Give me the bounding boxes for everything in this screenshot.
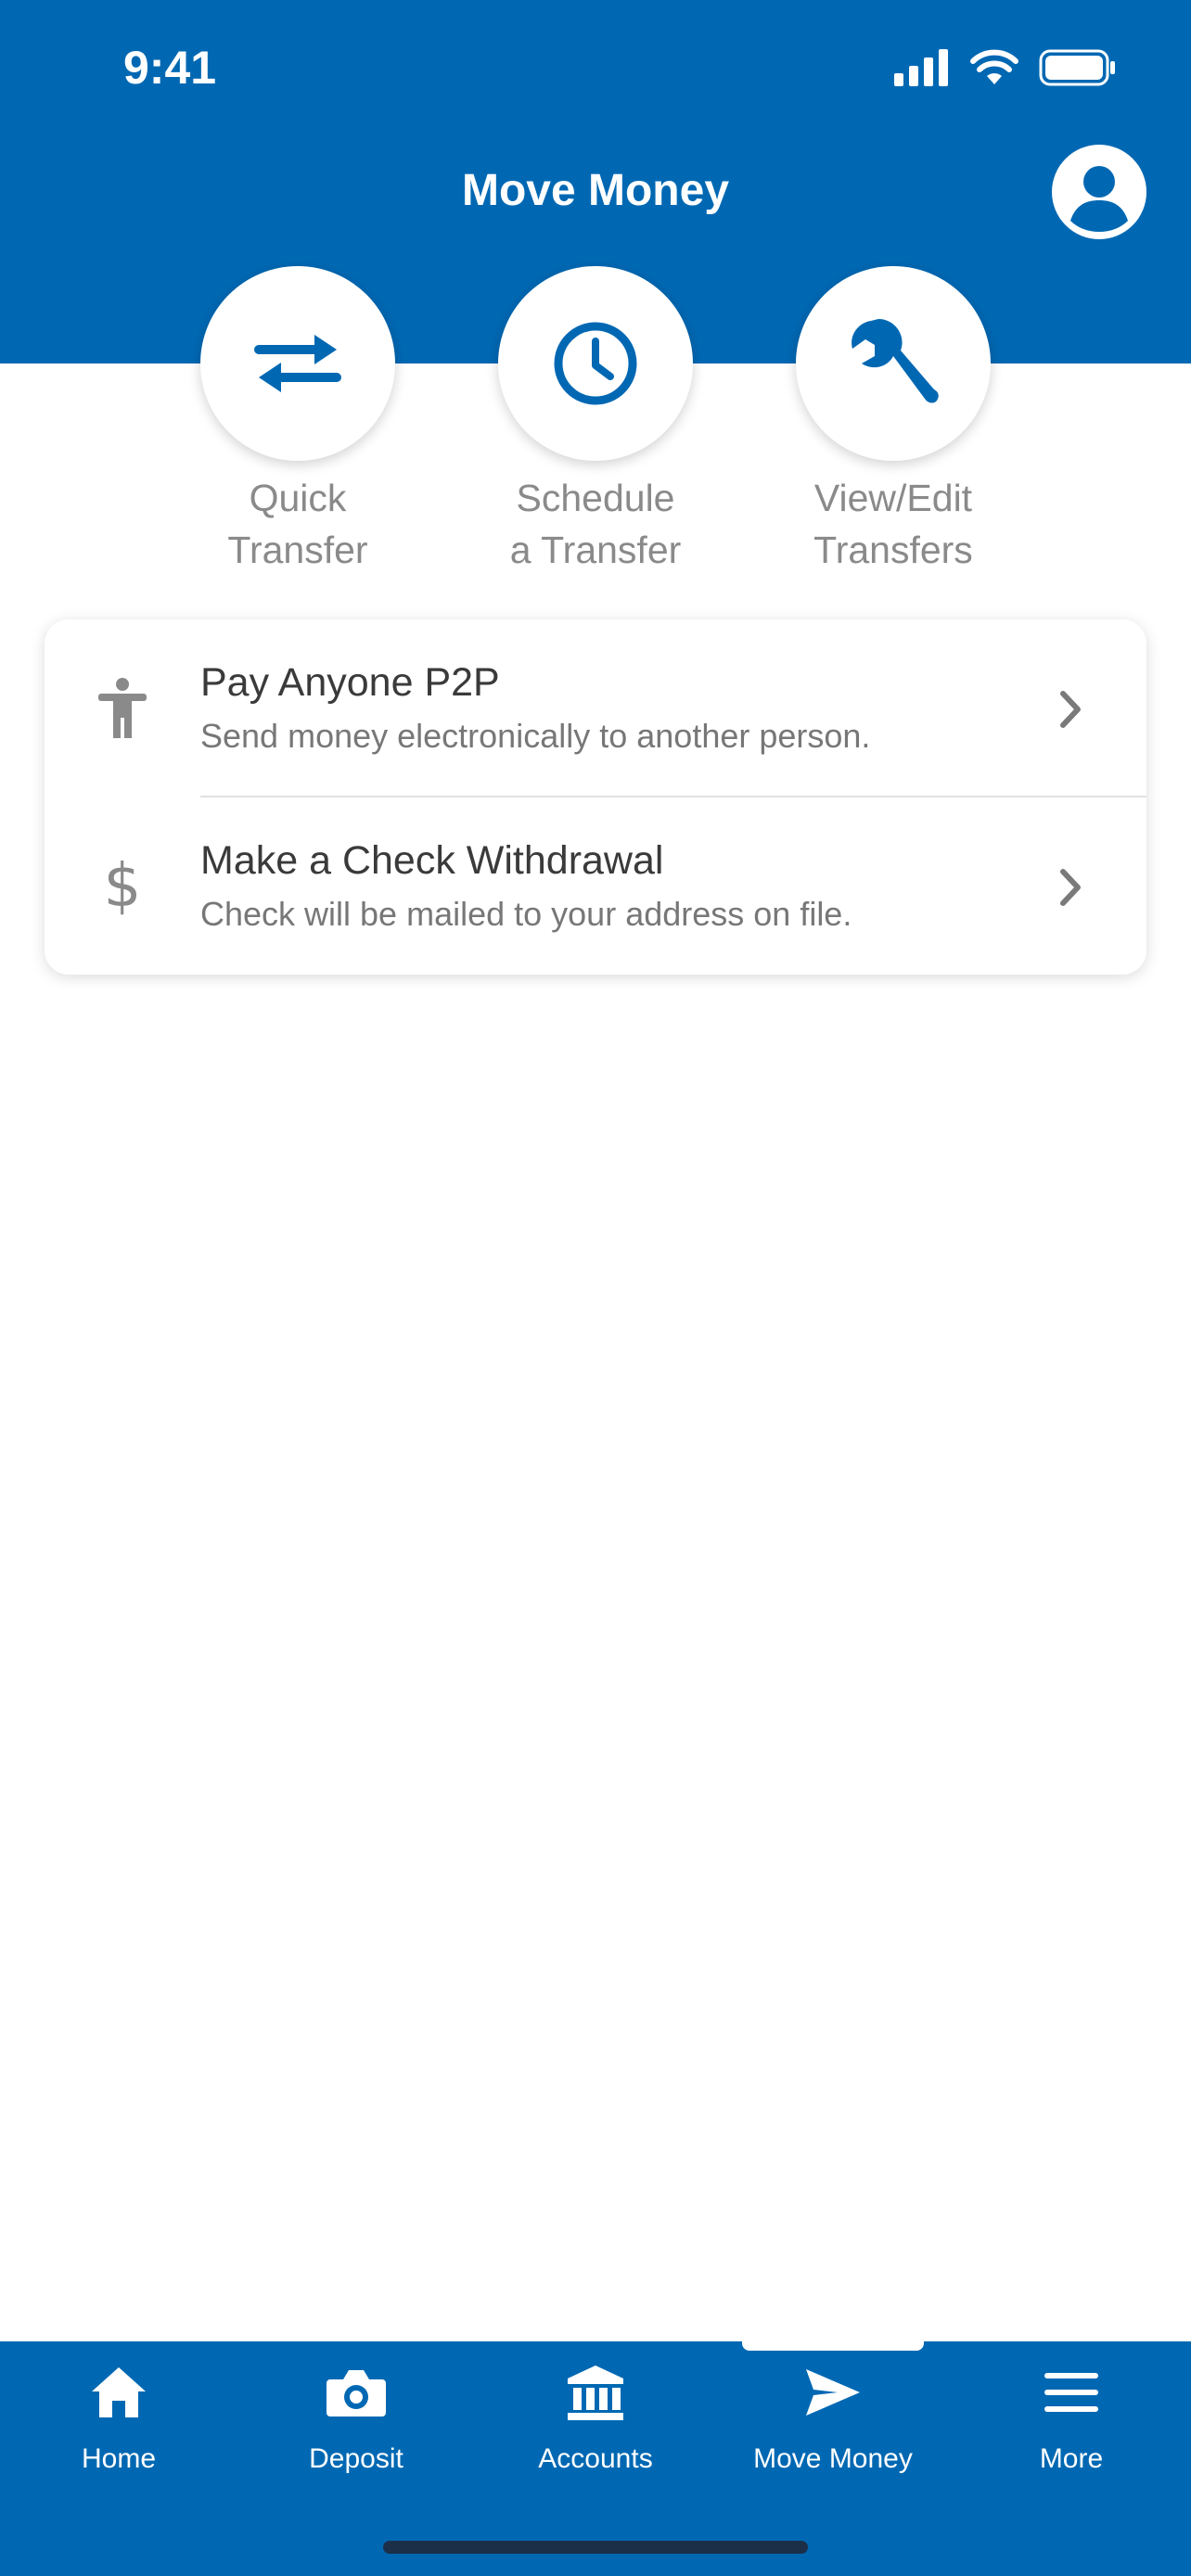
chevron-right-icon (1060, 691, 1081, 728)
signal-icon (894, 49, 948, 86)
bank-icon (554, 2360, 637, 2425)
tab-label: More (1039, 2443, 1104, 2474)
view-edit-transfers-button[interactable]: View/Edit Transfers (754, 266, 1032, 576)
wifi-icon (970, 49, 1018, 84)
tab-label: Deposit (309, 2443, 403, 2474)
schedule-transfer-button[interactable]: Schedule a Transfer (456, 266, 735, 576)
battery-icon (1039, 49, 1115, 86)
list-item-check-withdrawal[interactable]: $ Make a Check Withdrawal Check will be … (45, 797, 1146, 975)
status-time: 9:41 (123, 42, 217, 94)
quick-transfer-button[interactable]: Quick Transfer (159, 266, 437, 576)
transfer-arrows-icon (254, 335, 341, 392)
tab-label: Home (81, 2443, 157, 2474)
view-edit-transfers-label: View/Edit Transfers (813, 477, 973, 571)
list-item-title: Make a Check Withdrawal (200, 838, 664, 883)
home-icon (77, 2360, 160, 2425)
camera-icon (314, 2360, 398, 2425)
tab-label: Move Money (753, 2443, 913, 2474)
home-indicator[interactable] (383, 2541, 808, 2554)
tab-home[interactable]: Home (0, 2341, 237, 2480)
chevron-right-icon (1060, 869, 1081, 906)
profile-button[interactable] (1052, 145, 1146, 239)
menu-icon (1030, 2360, 1113, 2425)
status-icons (894, 45, 1117, 91)
schedule-transfer-circle (498, 266, 693, 461)
view-edit-transfers-circle (796, 266, 991, 461)
list-item-subtitle: Check will be mailed to your address on … (200, 895, 852, 933)
options-card: Pay Anyone P2P Send money electronically… (45, 619, 1146, 975)
person-icon (89, 675, 156, 742)
clock-icon (554, 322, 637, 405)
tab-deposit[interactable]: Deposit (237, 2341, 475, 2480)
send-icon (791, 2360, 875, 2425)
dollar-icon: $ (103, 852, 142, 921)
tab-move-money[interactable]: Move Money (714, 2341, 952, 2480)
schedule-transfer-label: Schedule a Transfer (509, 477, 682, 571)
quick-transfer-label: Quick Transfer (227, 477, 368, 571)
list-item-pay-anyone[interactable]: Pay Anyone P2P Send money electronically… (45, 619, 1146, 797)
wrench-icon (852, 319, 939, 403)
tab-label: Accounts (538, 2443, 653, 2474)
page-title: Move Money (461, 166, 730, 215)
user-avatar-icon (1052, 145, 1146, 239)
tab-accounts[interactable]: Accounts (477, 2341, 714, 2480)
list-item-subtitle: Send money electronically to another per… (200, 717, 871, 755)
quick-actions: Quick Transfer Schedule a Transfer View/Ed… (0, 266, 1191, 581)
tab-bar: Home Deposit Accounts Move Money More (0, 2341, 1191, 2576)
quick-transfer-circle (200, 266, 395, 461)
tab-more[interactable]: More (953, 2341, 1190, 2480)
list-item-title: Pay Anyone P2P (200, 660, 500, 705)
